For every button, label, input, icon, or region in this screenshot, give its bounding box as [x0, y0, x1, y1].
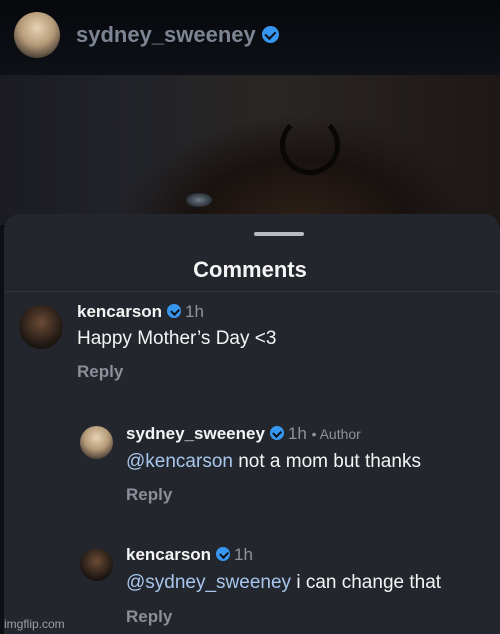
comment-text: Happy Mother’s Day <3 — [77, 328, 277, 349]
photo-eye — [186, 193, 212, 207]
comment-avatar-kencarson[interactable] — [19, 305, 63, 349]
verified-badge-icon — [269, 426, 284, 441]
sheet-drag-handle[interactable] — [254, 232, 304, 236]
reply-header: sydney_sweeney 1h • Author — [126, 424, 361, 444]
comment-header: kencarson 1h — [77, 302, 204, 322]
reply-text-body: not a mom but thanks — [232, 451, 421, 472]
post-header: sydney_sweeney — [0, 0, 500, 75]
author-tag: • Author — [311, 426, 361, 442]
verified-badge-icon — [261, 25, 279, 43]
mention-link[interactable]: @sydney_sweeney — [126, 572, 291, 593]
reply-username[interactable]: kencarson — [126, 545, 211, 564]
mention-link[interactable]: @kencarson — [126, 451, 233, 472]
watermark: imgflip.com — [4, 617, 65, 631]
profile-avatar[interactable] — [14, 12, 60, 58]
sheet-divider — [4, 291, 500, 292]
reply-text: @sydney_sweeney i can change that — [126, 572, 441, 594]
photo-hair-curl — [280, 115, 340, 175]
post-username-text[interactable]: sydney_sweeney — [76, 22, 256, 47]
comment-time: 1h — [185, 302, 204, 321]
reply-avatar-kencarson[interactable] — [80, 548, 113, 581]
reply-button[interactable]: Reply — [126, 485, 172, 505]
verified-badge-icon — [216, 547, 231, 562]
reply-header: kencarson 1h — [126, 545, 253, 565]
reply-button[interactable]: Reply — [77, 362, 123, 382]
post-photo — [0, 75, 500, 225]
post-username[interactable]: sydney_sweeney — [76, 22, 279, 48]
reply-username[interactable]: sydney_sweeney — [126, 424, 265, 443]
comment-username[interactable]: kencarson — [77, 302, 162, 321]
reply-avatar-sydney[interactable] — [80, 426, 113, 459]
reply-text-body: i can change that — [291, 572, 442, 593]
reply-time: 1h — [234, 545, 253, 564]
comments-title: Comments — [193, 257, 307, 282]
reply-button[interactable]: Reply — [126, 607, 172, 627]
reply-text: @kencarson not a mom but thanks — [126, 451, 421, 473]
reply-time: 1h — [287, 424, 307, 443]
verified-badge-icon — [167, 304, 182, 319]
